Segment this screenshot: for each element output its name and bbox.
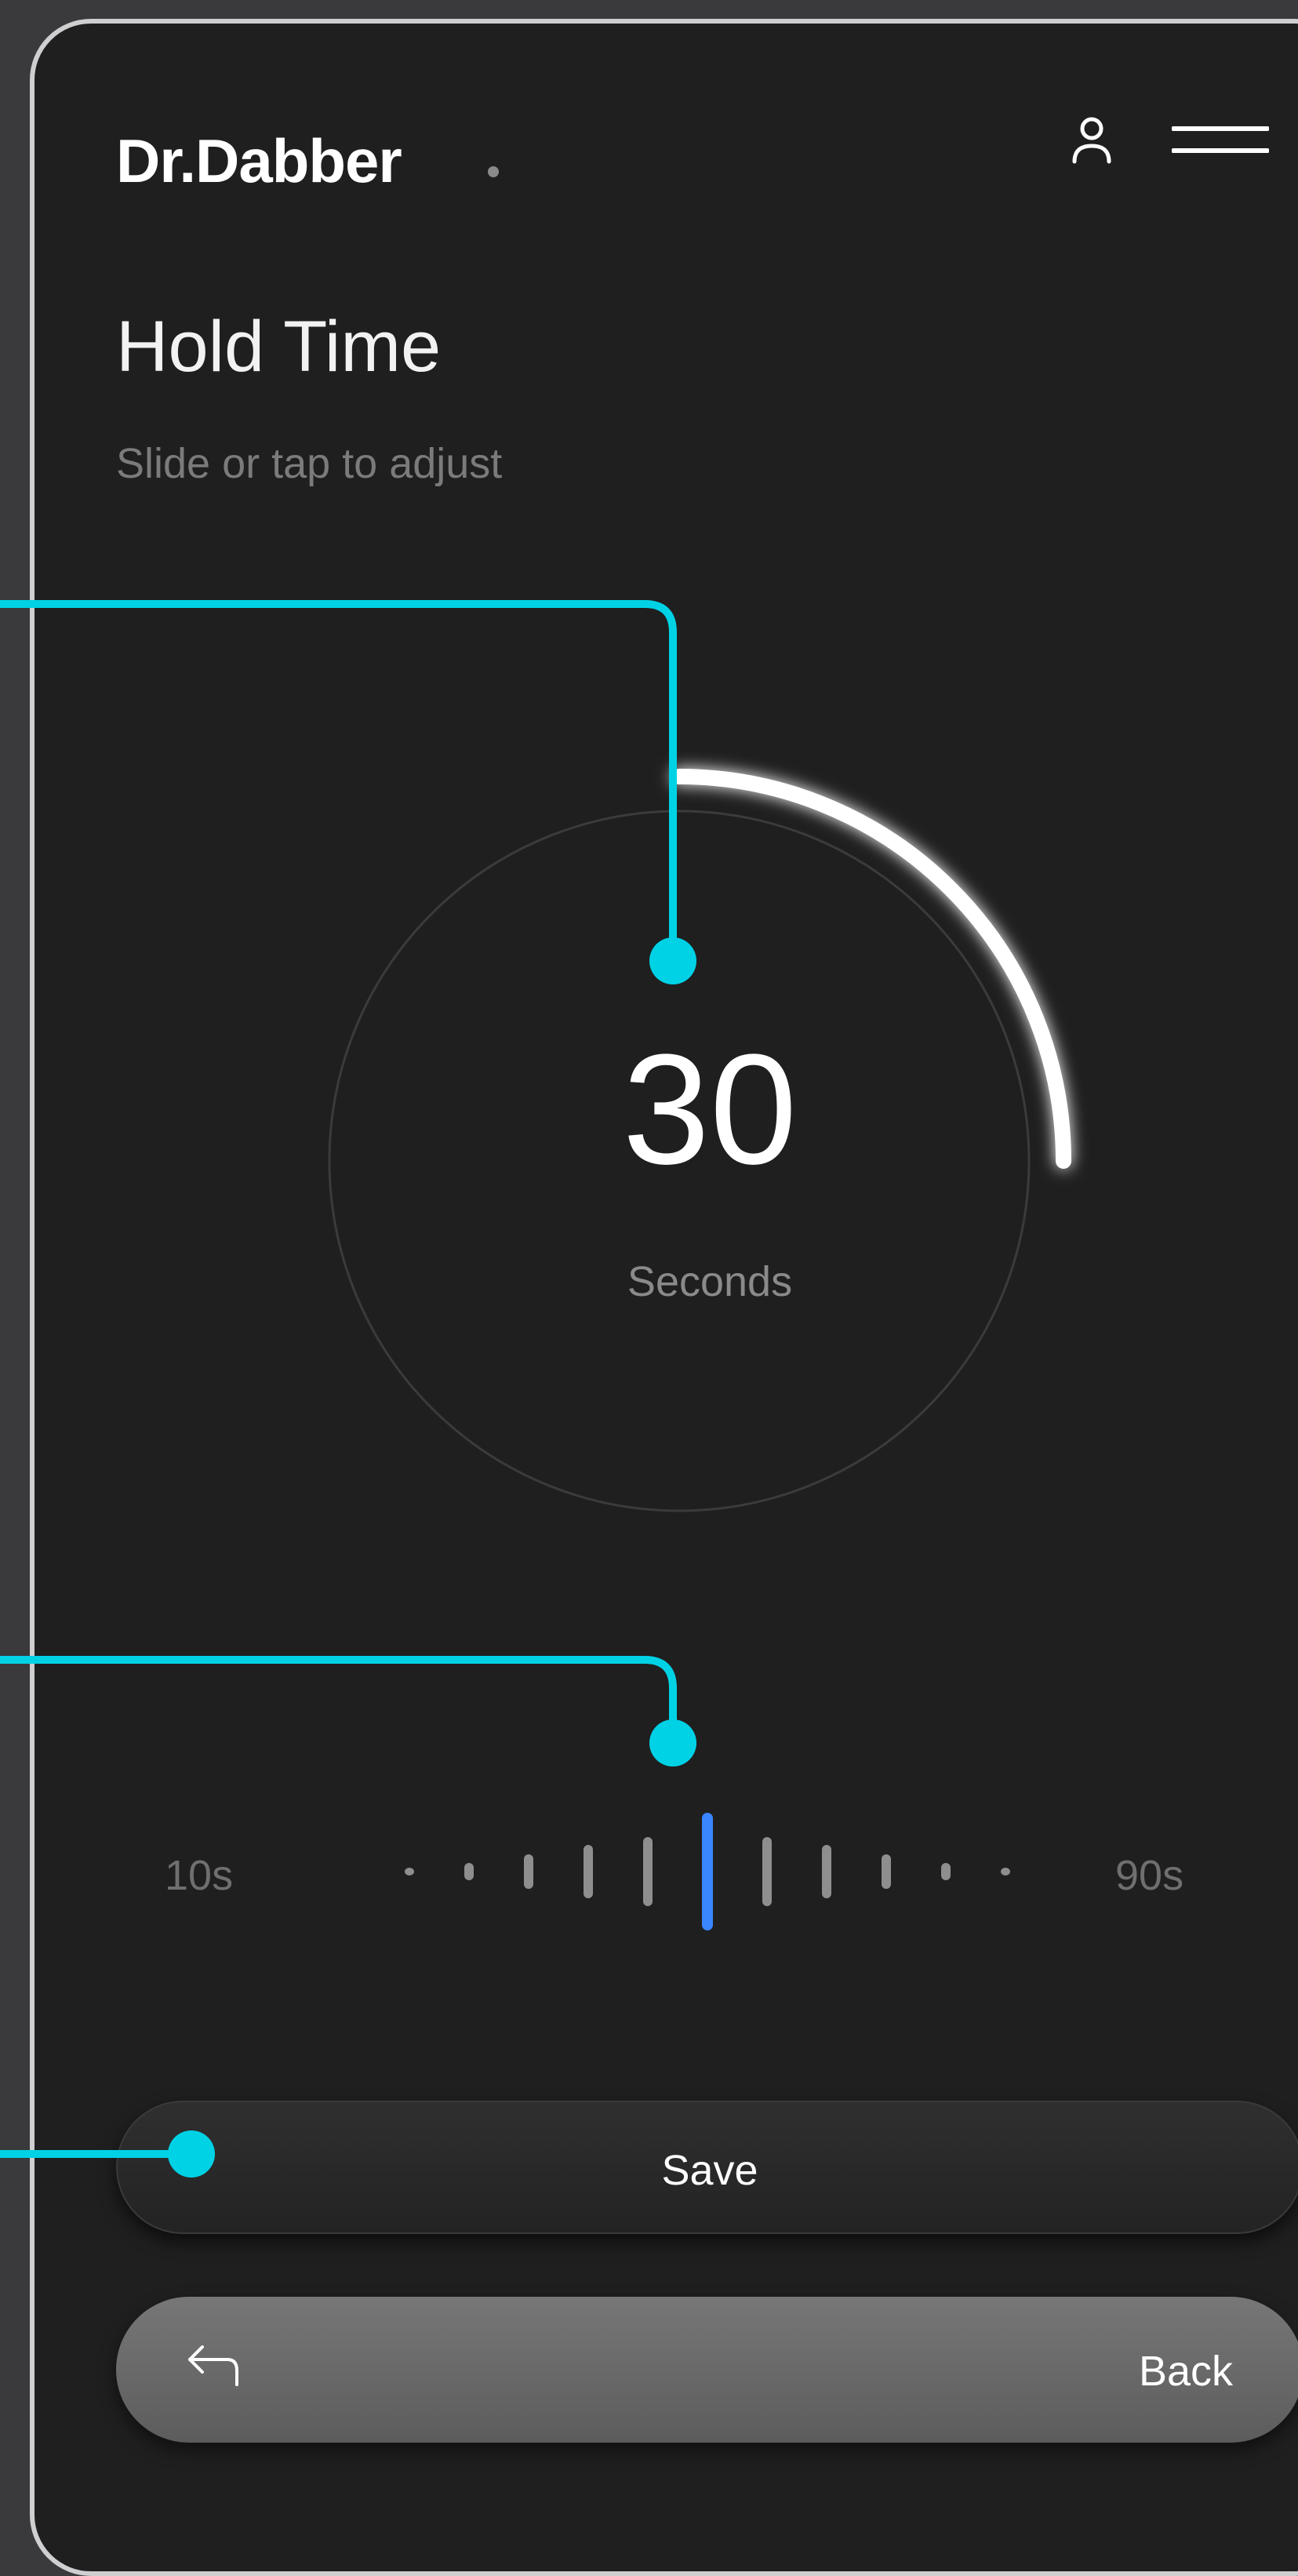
annotation-callouts [0,600,696,2178]
callout-line-slider [0,1656,677,1743]
callout-dot-value [649,937,696,984]
callout-line-value [0,600,677,961]
callout-dot-slider [649,1719,696,1766]
callout-dot-save [168,2130,215,2178]
